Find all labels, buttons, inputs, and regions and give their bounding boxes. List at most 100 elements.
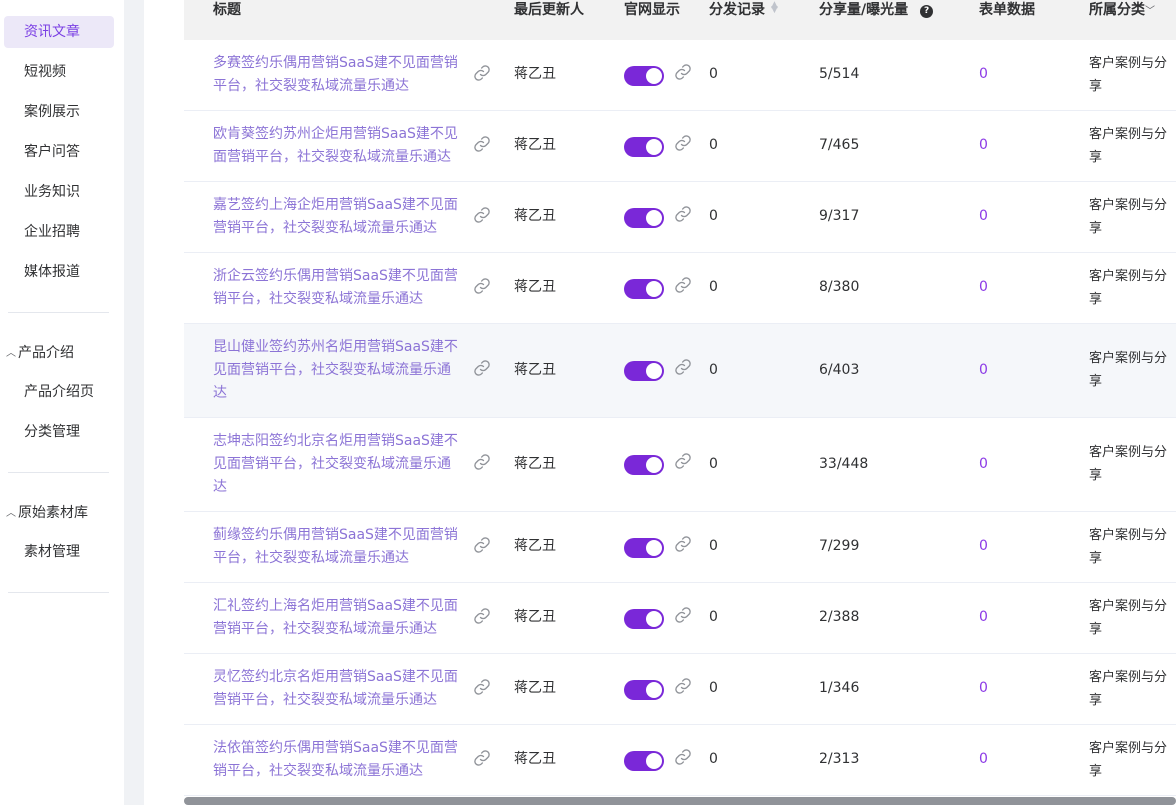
link-icon[interactable] xyxy=(473,607,491,625)
site-display-toggle[interactable] xyxy=(624,279,664,299)
link-icon[interactable] xyxy=(473,536,491,554)
article-title-link[interactable]: 欧肯葵签约苏州企炬用营销SaaS建不见面营销平台，社交裂变私域流量乐通达 xyxy=(213,123,459,169)
form-data-count[interactable]: 0 xyxy=(979,359,988,382)
link-icon[interactable] xyxy=(674,63,692,81)
form-data-count[interactable]: 0 xyxy=(979,677,988,700)
article-title-link[interactable]: 志坤志阳签约北京名炬用营销SaaS建不见面营销平台，社交裂变私域流量乐通达 xyxy=(213,430,459,499)
article-title-link[interactable]: 汇礼签约上海名炬用营销SaaS建不见面营销平台，社交裂变私域流量乐通达 xyxy=(213,595,459,641)
article-title-link[interactable]: 嘉艺签约上海企炬用营销SaaS建不见面营销平台，社交裂变私域流量乐通达 xyxy=(213,194,459,240)
link-icon[interactable] xyxy=(473,135,491,153)
site-display-toggle[interactable] xyxy=(624,137,664,157)
site-display-toggle[interactable] xyxy=(624,680,664,700)
updater-name: 蒋乙丑 xyxy=(514,66,556,82)
table-header: 标题 最后更新人 官网显示 分发记录 ▲ ▼ 分享量/曝光量? 表单数据 所属分类﹀ xyxy=(184,0,1176,40)
category-value: 客户案例与分享 xyxy=(1089,528,1168,566)
dist-record-count: 0 xyxy=(709,137,718,153)
share-exposure-value: 5/514 xyxy=(819,66,860,82)
form-data-count[interactable]: 0 xyxy=(979,535,988,558)
header-dist-record-label: 分发记录 xyxy=(709,2,765,18)
link-icon[interactable] xyxy=(674,205,692,223)
form-data-count[interactable]: 0 xyxy=(979,134,988,157)
sidebar-item-label: 企业招聘 xyxy=(24,224,80,240)
toggle-knob xyxy=(646,139,662,155)
link-icon[interactable] xyxy=(473,678,491,696)
updater-name: 蒋乙丑 xyxy=(514,456,556,472)
chevron-up-icon: ︿ xyxy=(6,508,16,519)
link-icon[interactable] xyxy=(473,749,491,767)
link-icon[interactable] xyxy=(473,453,491,471)
site-display-toggle[interactable] xyxy=(624,609,664,629)
article-title-link[interactable]: 蓟缘签约乐偶用营销SaaS建不见面营销平台，社交裂变私域流量乐通达 xyxy=(213,524,459,570)
updater-name: 蒋乙丑 xyxy=(514,538,556,554)
category-value: 客户案例与分享 xyxy=(1089,127,1168,165)
header-site-display: 官网显示 xyxy=(624,2,680,18)
link-icon[interactable] xyxy=(473,206,491,224)
site-display-toggle[interactable] xyxy=(624,66,664,86)
article-title-link[interactable]: 昆山健业签约苏州名炬用营销SaaS建不见面营销平台，社交裂变私域流量乐通达 xyxy=(213,336,459,405)
header-category[interactable]: 所属分类﹀ xyxy=(1089,0,1155,22)
updater-name: 蒋乙丑 xyxy=(514,208,556,224)
sidebar-group-label: 产品介绍 xyxy=(18,345,74,361)
sidebar-item-material-management[interactable]: 素材管理 xyxy=(4,536,114,568)
link-icon[interactable] xyxy=(674,748,692,766)
site-display-toggle[interactable] xyxy=(624,751,664,771)
sidebar-item-category-management[interactable]: 分类管理 xyxy=(4,416,114,448)
toggle-knob xyxy=(646,363,662,379)
header-share-exposure-label: 分享量/曝光量 xyxy=(819,2,909,18)
link-icon[interactable] xyxy=(674,276,692,294)
article-title-link[interactable]: 灵忆签约北京名炬用营销SaaS建不见面营销平台，社交裂变私域流量乐通达 xyxy=(213,666,459,712)
form-data-count[interactable]: 0 xyxy=(979,63,988,86)
site-display-toggle[interactable] xyxy=(624,538,664,558)
sidebar-item-short-videos[interactable]: 短视频 xyxy=(4,56,114,88)
sidebar-group-product[interactable]: ︿ 产品介绍 xyxy=(6,343,74,365)
main-content: 标题 最后更新人 官网显示 分发记录 ▲ ▼ 分享量/曝光量? 表单数据 所属分类﹀… xyxy=(144,0,1176,805)
form-data-count[interactable]: 0 xyxy=(979,205,988,228)
header-share-exposure: 分享量/曝光量? xyxy=(819,0,934,20)
link-icon[interactable] xyxy=(674,535,692,553)
site-display-toggle[interactable] xyxy=(624,455,664,475)
link-icon[interactable] xyxy=(674,606,692,624)
sidebar-item-label: 业务知识 xyxy=(24,184,80,200)
sidebar-item-business-knowledge[interactable]: 业务知识 xyxy=(4,176,114,208)
form-data-count[interactable]: 0 xyxy=(979,748,988,771)
sidebar-item-media-reports[interactable]: 媒体报道 xyxy=(4,256,114,288)
link-icon[interactable] xyxy=(674,452,692,470)
site-display-toggle[interactable] xyxy=(624,208,664,228)
sidebar-group-material[interactable]: ︿ 原始素材库 xyxy=(6,503,88,525)
updater-name: 蒋乙丑 xyxy=(514,751,556,767)
sidebar-item-label: 产品介绍页 xyxy=(24,384,94,400)
sort-icon[interactable]: ▲ ▼ xyxy=(771,1,778,15)
sidebar-item-articles[interactable]: 资讯文章 xyxy=(4,16,114,48)
form-data-count[interactable]: 0 xyxy=(979,606,988,629)
table-row: 昆山健业签约苏州名炬用营销SaaS建不见面营销平台，社交裂变私域流量乐通达 蒋乙丑… xyxy=(184,324,1176,418)
sidebar-divider xyxy=(8,592,109,593)
link-icon[interactable] xyxy=(674,358,692,376)
header-form-data: 表单数据 xyxy=(979,2,1035,18)
horizontal-scrollbar[interactable] xyxy=(184,797,1176,805)
toggle-knob xyxy=(646,753,662,769)
sidebar-item-recruitment[interactable]: 企业招聘 xyxy=(4,216,114,248)
article-title-link[interactable]: 法依笛签约乐偶用营销SaaS建不见面营销平台，社交裂变私域流量乐通达 xyxy=(213,737,459,783)
question-icon[interactable]: ? xyxy=(920,5,934,18)
category-value: 客户案例与分享 xyxy=(1089,56,1168,94)
article-title-link[interactable]: 多赛签约乐偶用营销SaaS建不见面营销平台，社交裂变私域流量乐通达 xyxy=(213,52,459,98)
link-icon[interactable] xyxy=(674,677,692,695)
table-row: 志坤志阳签约北京名炬用营销SaaS建不见面营销平台，社交裂变私域流量乐通达 蒋乙丑… xyxy=(184,418,1176,512)
article-title-link[interactable]: 浙企云签约乐偶用营销SaaS建不见面营销平台，社交裂变私域流量乐通达 xyxy=(213,265,459,311)
table-row: 浙企云签约乐偶用营销SaaS建不见面营销平台，社交裂变私域流量乐通达 蒋乙丑 0 8/… xyxy=(184,253,1176,324)
link-icon[interactable] xyxy=(473,359,491,377)
link-icon[interactable] xyxy=(674,134,692,152)
link-icon[interactable] xyxy=(473,277,491,295)
form-data-count[interactable]: 0 xyxy=(979,453,988,476)
header-dist-record[interactable]: 分发记录 ▲ ▼ xyxy=(709,0,778,20)
share-exposure-value: 1/346 xyxy=(819,680,860,696)
sidebar-item-product-page[interactable]: 产品介绍页 xyxy=(4,376,114,408)
share-exposure-value: 33/448 xyxy=(819,456,869,472)
category-value: 客户案例与分享 xyxy=(1089,670,1168,708)
sidebar-item-case-showcase[interactable]: 案例展示 xyxy=(4,96,114,128)
sidebar-item-customer-qa[interactable]: 客户问答 xyxy=(4,136,114,168)
share-exposure-value: 7/465 xyxy=(819,137,860,153)
link-icon[interactable] xyxy=(473,64,491,82)
site-display-toggle[interactable] xyxy=(624,361,664,381)
form-data-count[interactable]: 0 xyxy=(979,276,988,299)
